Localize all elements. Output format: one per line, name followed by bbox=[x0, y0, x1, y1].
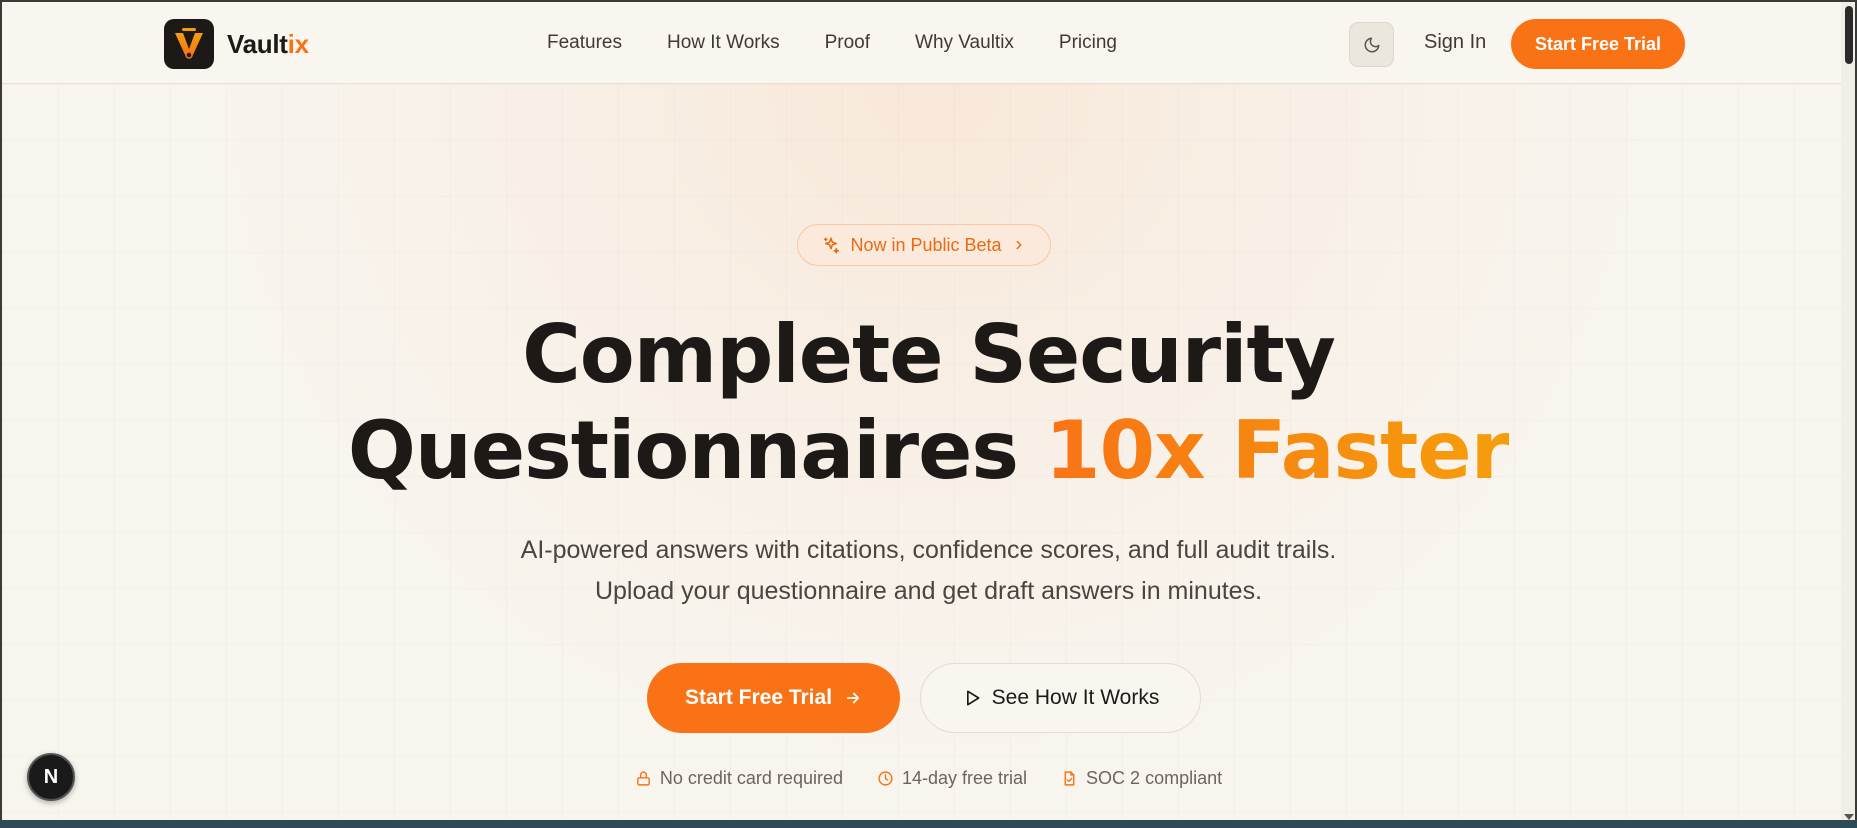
lock-icon bbox=[637, 771, 650, 786]
nav-link-why-vaultix[interactable]: Why Vaultix bbox=[915, 32, 1014, 54]
vertical-scrollbar[interactable] bbox=[1841, 2, 1855, 820]
nav-start-trial-button[interactable]: Start Free Trial bbox=[1511, 19, 1685, 69]
brand-name-accent: ix bbox=[287, 28, 309, 59]
trust-label: SOC 2 compliant bbox=[1086, 768, 1223, 788]
brand-name: Vaultix bbox=[227, 29, 309, 60]
trust-label: No credit card required bbox=[659, 768, 843, 788]
trust-item: SOC 2 compliant bbox=[1061, 768, 1222, 789]
chevron-right-icon bbox=[1016, 240, 1022, 250]
nav-links: Features How It Works Proof Why Vaultix … bbox=[547, 2, 1117, 84]
logo[interactable]: Vaultix bbox=[164, 19, 309, 69]
top-nav: Vaultix Features How It Works Proof Why … bbox=[2, 2, 1855, 84]
play-icon bbox=[966, 690, 980, 706]
see-how-it-works-button[interactable]: See How It Works bbox=[920, 663, 1201, 733]
hero-headline: Complete Security Questionnaires 10x Fas… bbox=[2, 307, 1855, 499]
sparkles-icon bbox=[824, 237, 840, 254]
scroll-down-arrow-icon[interactable] bbox=[1844, 814, 1854, 820]
nav-link-pricing[interactable]: Pricing bbox=[1059, 32, 1117, 54]
start-free-trial-button[interactable]: Start Free Trial bbox=[647, 663, 900, 733]
moon-icon bbox=[1364, 37, 1379, 52]
nav-link-features[interactable]: Features bbox=[547, 32, 622, 54]
trust-indicators: No credit card required 14-day free tria… bbox=[2, 768, 1855, 789]
trust-item: No credit card required bbox=[635, 768, 843, 789]
public-beta-badge[interactable]: Now in Public Beta bbox=[797, 224, 1051, 266]
browser-window: Vaultix Features How It Works Proof Why … bbox=[0, 0, 1857, 820]
scrollbar-thumb[interactable] bbox=[1845, 6, 1853, 64]
headline-line-1: Complete Security bbox=[522, 308, 1336, 401]
hero-subtitle: AI-powered answers with citations, confi… bbox=[520, 536, 1337, 605]
nav-link-proof[interactable]: Proof bbox=[825, 32, 870, 54]
headline-accent: 10x Faster bbox=[1044, 404, 1510, 497]
trust-item: 14-day free trial bbox=[877, 768, 1027, 789]
nav-link-how-it-works[interactable]: How It Works bbox=[667, 32, 780, 54]
secondary-cta-label: See How It Works bbox=[991, 686, 1160, 709]
badge-label: Now in Public Beta bbox=[850, 234, 1002, 255]
trust-label: 14-day free trial bbox=[901, 768, 1028, 788]
sign-in-link[interactable]: Sign In bbox=[1424, 31, 1486, 54]
headline-line-2: Questionnaires bbox=[347, 404, 1045, 497]
vaultix-logo-icon bbox=[164, 19, 214, 69]
clock-icon bbox=[878, 771, 893, 786]
brand-name-main: Vault bbox=[227, 28, 288, 59]
arrow-right-icon bbox=[846, 692, 860, 704]
document-check-icon bbox=[1064, 771, 1075, 786]
theme-toggle-button[interactable] bbox=[1349, 22, 1394, 67]
nextjs-dev-badge[interactable]: N bbox=[27, 753, 75, 801]
primary-cta-label: Start Free Trial bbox=[684, 686, 833, 709]
